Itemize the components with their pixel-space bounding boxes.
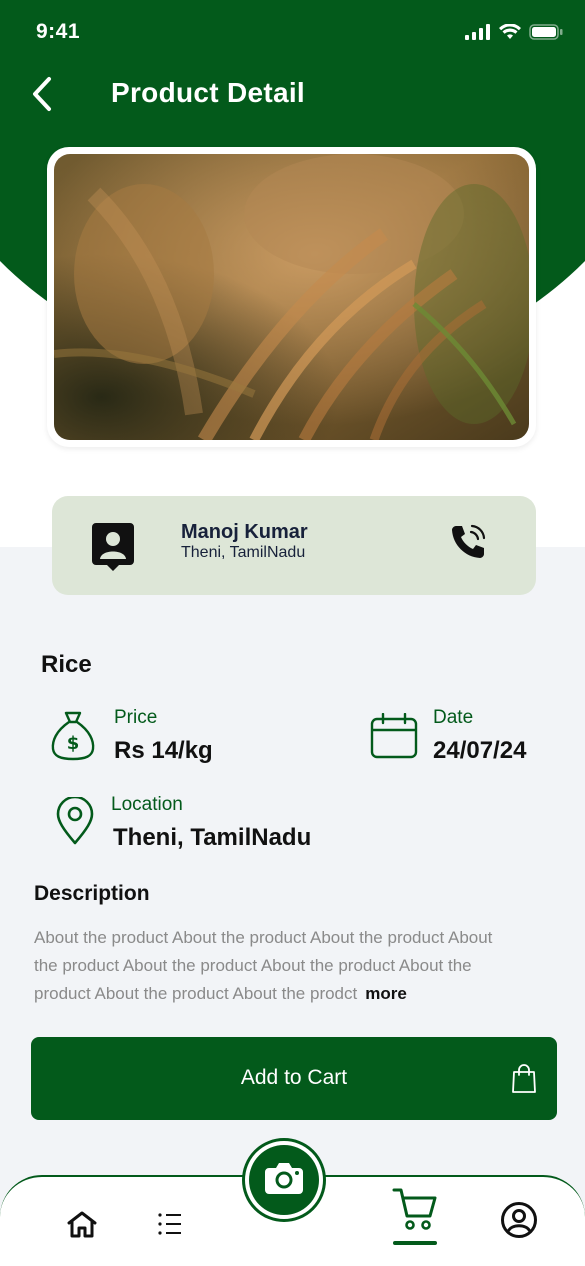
back-button[interactable]: [22, 76, 62, 116]
page-title: Product Detail: [111, 77, 306, 108]
date-label: Date: [433, 707, 474, 728]
seller-location: Theni, TamilNadu: [181, 544, 306, 561]
phone-call-icon: [448, 524, 488, 566]
call-button[interactable]: [448, 522, 488, 562]
camera-icon: [264, 1161, 304, 1200]
nav-cart[interactable]: [390, 1186, 440, 1236]
calendar-icon: [370, 712, 418, 764]
description-body: About the product About the product Abou…: [34, 928, 493, 1003]
description-title: Description: [34, 882, 150, 905]
top-app-bar: Product Detail: [0, 64, 585, 126]
profile-icon: [500, 1201, 538, 1244]
active-tab-indicator: [393, 1241, 437, 1245]
status-icons: [465, 23, 563, 45]
date-value: 24/07/24: [433, 737, 527, 764]
product-image: [54, 154, 529, 440]
location-label: Location: [111, 794, 183, 815]
user-profile-icon: [92, 523, 134, 571]
status-time: 9:41: [36, 20, 81, 43]
svg-text:$: $: [67, 733, 80, 754]
signal-icon: [465, 24, 491, 45]
more-link[interactable]: more: [365, 984, 407, 1003]
nav-profile[interactable]: [498, 1201, 540, 1243]
description-text: About the product About the product Abou…: [34, 924, 514, 1008]
list-icon: [158, 1212, 182, 1241]
money-bag-icon: $: [50, 709, 96, 766]
add-to-cart-button[interactable]: Add to Cart: [31, 1037, 557, 1120]
price-label: Price: [114, 707, 158, 728]
home-icon: [66, 1210, 98, 1243]
shopping-cart-icon: [392, 1187, 438, 1236]
product-image-frame: [47, 147, 536, 447]
product-name: Rice: [41, 651, 92, 678]
chevron-left-icon: [30, 76, 54, 117]
seller-name: Manoj Kumar: [181, 521, 308, 543]
camera-button[interactable]: [242, 1138, 326, 1222]
nav-list[interactable]: [150, 1206, 190, 1246]
seller-card: Manoj Kumar Theni, TamilNadu: [52, 496, 536, 595]
price-value: Rs 14/kg: [114, 737, 213, 764]
shopping-bag-icon: [511, 1064, 537, 1099]
location-pin-icon: [55, 795, 95, 850]
nav-home[interactable]: [62, 1206, 102, 1246]
status-bar: 9:41: [0, 0, 585, 64]
app-screen: 9:41 Product Detail Manoj Kumar Theni, T…: [0, 0, 585, 1266]
wifi-icon: [499, 23, 521, 45]
camera-button-inner: [249, 1145, 319, 1215]
location-value: Theni, TamilNadu: [113, 824, 312, 851]
battery-icon: [529, 24, 563, 45]
add-to-cart-label: Add to Cart: [240, 1066, 348, 1089]
